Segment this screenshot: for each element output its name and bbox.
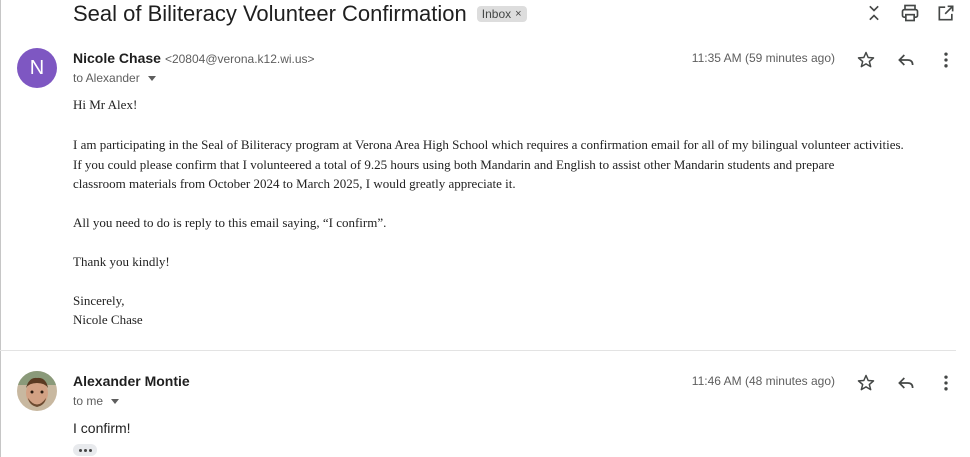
- dot-icon: [88, 448, 92, 452]
- avatar[interactable]: N: [17, 48, 57, 88]
- sender-name[interactable]: Alexander Montie: [73, 373, 190, 389]
- message-time: 11:46 AM (48 minutes ago): [691, 374, 835, 388]
- body-line: If you could please confirm that I volun…: [73, 157, 835, 172]
- message-actions: [856, 372, 956, 394]
- inbox-label-chip[interactable]: Inbox ×: [476, 6, 527, 22]
- message-divider: [0, 350, 956, 351]
- reply-icon[interactable]: [896, 49, 916, 71]
- chevron-down-icon[interactable]: [147, 75, 156, 81]
- body-line: I am participating in the Seal of Bilite…: [73, 137, 904, 152]
- star-icon[interactable]: [856, 372, 876, 394]
- body-line: All you need to do is reply to this emai…: [73, 215, 387, 230]
- avatar[interactable]: [17, 371, 57, 411]
- sender-name-text: Nicole Chase: [73, 50, 161, 66]
- chevron-down-icon[interactable]: [111, 398, 120, 404]
- subject-row: Seal of Biliteracy Volunteer Confirmatio…: [73, 0, 527, 28]
- signature: Nicole Chase: [73, 312, 143, 327]
- recipient-line[interactable]: to me: [73, 394, 120, 408]
- open-in-new-window-icon[interactable]: [936, 2, 956, 24]
- recipient-line[interactable]: to Alexander: [73, 71, 156, 85]
- greeting: Hi Mr Alex!: [73, 97, 138, 112]
- message-time: 11:35 AM (59 minutes ago): [691, 51, 835, 65]
- dot-icon: [83, 448, 87, 452]
- sender-name[interactable]: Nicole Chase <20804@verona.k12.wi.us>: [73, 50, 315, 66]
- sender-email: <20804@verona.k12.wi.us>: [164, 52, 315, 66]
- thread-actions: [864, 2, 956, 24]
- more-vert-icon[interactable]: [936, 49, 956, 71]
- message-actions: [856, 49, 956, 71]
- collapse-all-icon[interactable]: [864, 2, 884, 24]
- show-trimmed-content-button[interactable]: [73, 444, 97, 456]
- remove-label-button[interactable]: ×: [515, 8, 521, 20]
- recipient-text: to Alexander: [73, 71, 140, 85]
- body-line: classroom materials from October 2024 to…: [73, 176, 516, 191]
- closing: Sincerely,: [73, 293, 125, 308]
- star-icon[interactable]: [856, 49, 876, 71]
- body-line: Thank you kindly!: [73, 254, 170, 269]
- label-text: Inbox: [481, 7, 512, 21]
- more-vert-icon[interactable]: [936, 372, 956, 394]
- email-subject: Seal of Biliteracy Volunteer Confirmatio…: [73, 1, 467, 26]
- dot-icon: [78, 448, 82, 452]
- avatar-letter: N: [29, 56, 45, 79]
- recipient-text: to me: [73, 394, 104, 408]
- print-icon[interactable]: [900, 2, 920, 24]
- left-border: [0, 0, 1, 457]
- message-body: I confirm!: [73, 420, 131, 436]
- reply-icon[interactable]: [896, 372, 916, 394]
